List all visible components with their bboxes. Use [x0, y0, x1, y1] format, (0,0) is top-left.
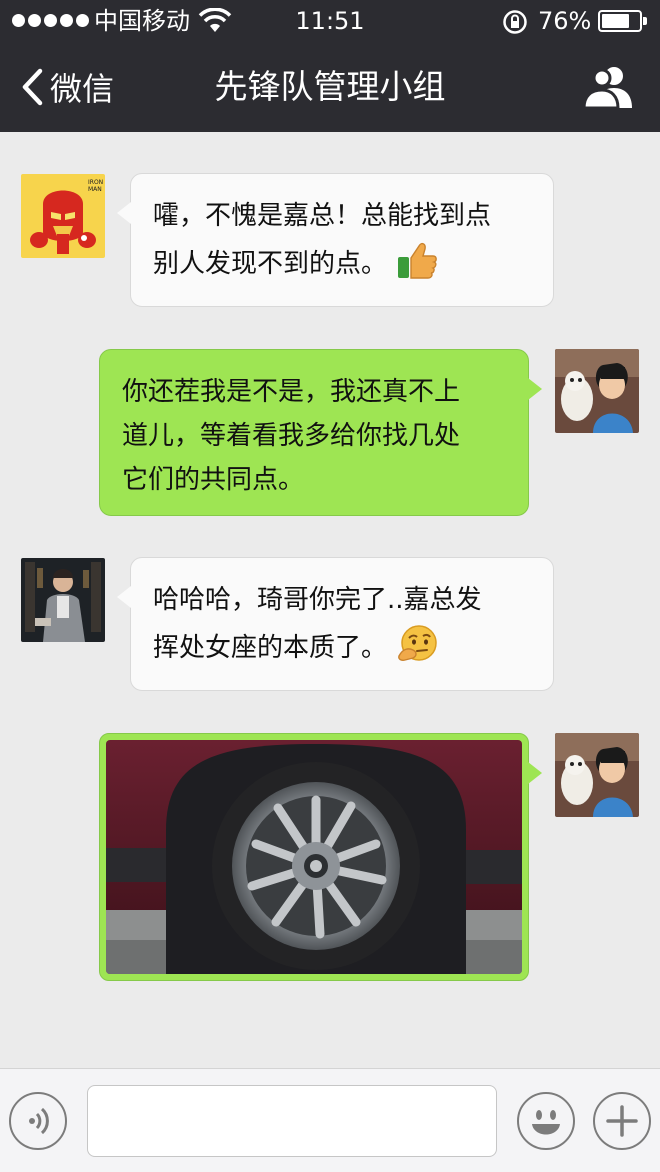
group-members-icon[interactable] [580, 64, 636, 110]
emoji-button[interactable] [517, 1092, 575, 1150]
thumbs-up-icon [398, 242, 437, 279]
voice-icon [29, 1107, 49, 1135]
message-bubble-outgoing[interactable]: 你还茬我是不是，我还真不上 道儿，等着看我多给你找几处 它们的共同点。 [99, 349, 542, 516]
message-text: 你还茬我是不是，我还真不上 道儿，等着看我多给你找几处 它们的共同点。 [122, 377, 461, 495]
battery-percent: 76% [538, 7, 592, 35]
svg-text:MAN: MAN [88, 186, 102, 193]
message-bubble-incoming[interactable]: 哈哈哈，琦哥你完了..嘉总发 挥处女座的本质了。 [117, 557, 554, 691]
battery-icon [598, 10, 647, 32]
top-bar: 中国移动 11:51 76% 微信 先锋队管理小组 [0, 0, 660, 132]
message-bubble-incoming[interactable]: 嚯，不愧是嘉总！总能找到点 别人发现不到的点。 [117, 173, 554, 307]
rotation-lock-icon [503, 10, 527, 34]
chat-title: 先锋队管理小组 [214, 67, 446, 106]
user-avatar-image [555, 349, 639, 433]
user-avatar-image [555, 733, 639, 817]
smiley-icon [532, 1110, 560, 1135]
status-bar: 中国移动 11:51 76% [0, 0, 660, 42]
iron-man-avatar-image: IRON MAN [21, 174, 105, 258]
more-options-button[interactable] [593, 1092, 651, 1150]
avatar[interactable] [21, 558, 105, 642]
voice-input-button[interactable] [9, 1092, 67, 1150]
message-text: 嚯，不愧是嘉总！总能找到点 别人发现不到的点。 [131, 174, 553, 286]
plus-icon [606, 1105, 638, 1137]
thinking-face-icon [398, 625, 437, 661]
navigation-bar: 微信 先锋队管理小组 [0, 42, 660, 132]
message-text: 哈哈哈，琦哥你完了..嘉总发 挥处女座的本质了。 [131, 558, 553, 670]
avatar[interactable] [555, 349, 639, 433]
input-bar [0, 1068, 660, 1172]
message-input[interactable] [87, 1085, 497, 1157]
avatar[interactable]: IRON MAN [21, 174, 105, 258]
avatar[interactable] [555, 733, 639, 817]
car-wheel-photo[interactable] [106, 740, 522, 974]
avatar-badge-text: IRON [88, 179, 103, 186]
image-message-bubble[interactable] [99, 733, 542, 981]
user-avatar-image [21, 558, 105, 642]
